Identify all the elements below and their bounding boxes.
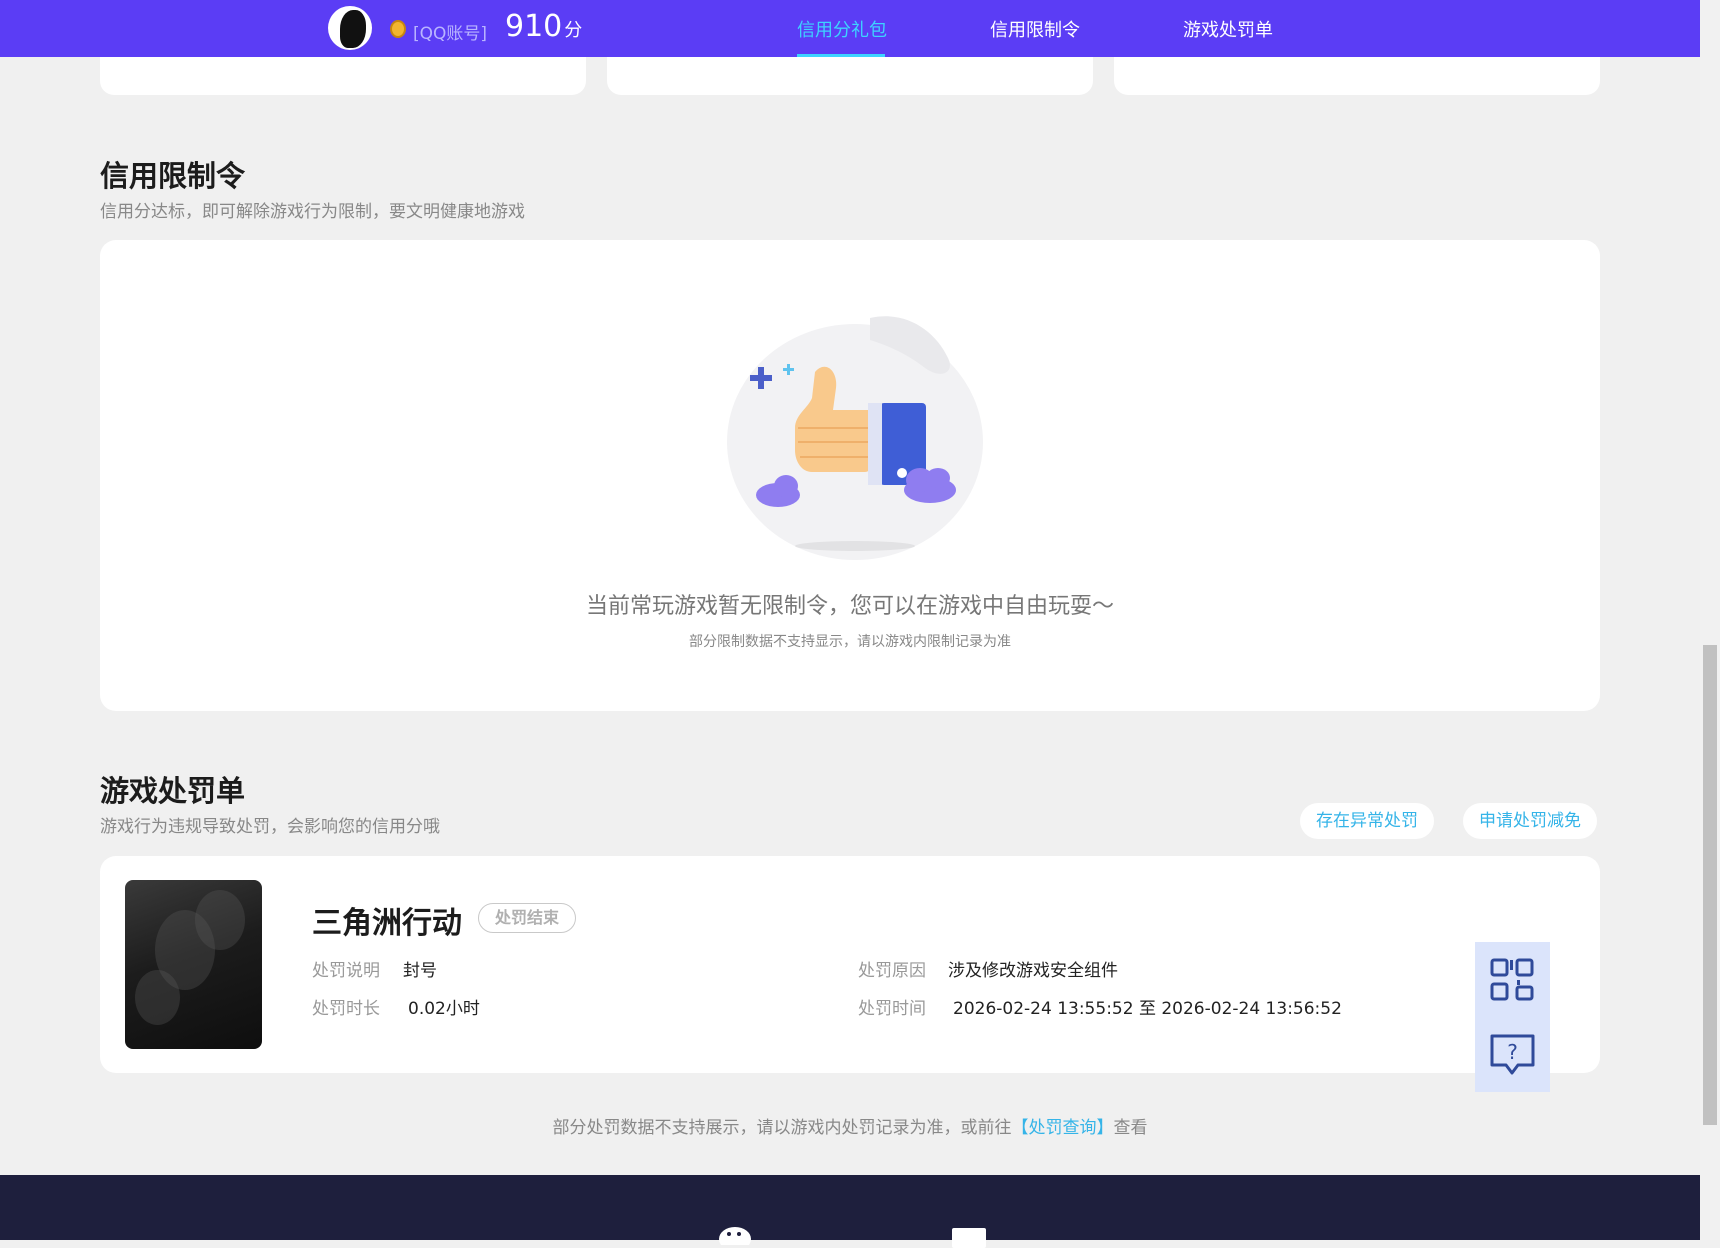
penalty-section-title: 游戏处罚单: [100, 774, 246, 808]
footer-note-text: 部分处罚数据不支持展示，请以游戏内处罚记录为准，或前往: [552, 1118, 1012, 1138]
penalty-duration-label: 处罚时长: [312, 999, 380, 1019]
account-type-label: [QQ账号]: [413, 24, 488, 44]
penalty-reason-label: 处罚原因: [858, 961, 926, 981]
tab-credit-gift[interactable]: 信用分礼包: [797, 16, 887, 42]
penalty-desc-value: 封号: [403, 961, 437, 981]
penalty-section-subtitle: 游戏行为违规导致处罚，会影响您的信用分哦: [100, 817, 440, 837]
empty-state-note: 部分限制数据不支持显示，请以游戏内限制记录为准: [689, 634, 1011, 650]
penalty-desc-label: 处罚说明: [312, 961, 380, 981]
qr-code-button[interactable]: [1475, 942, 1550, 1017]
game-name: 三角洲行动: [312, 906, 462, 941]
empty-state-message: 当前常玩游戏暂无限制令，您可以在游戏中自由玩耍～: [585, 594, 1114, 619]
abnormal-penalty-button[interactable]: 存在异常处罚: [1300, 803, 1434, 839]
penalty-duration-value: 0.02小时: [408, 999, 480, 1019]
restriction-section-subtitle: 信用分达标，即可解除游戏行为限制，要文明健康地游戏: [100, 202, 525, 222]
game-cover-image: [125, 880, 262, 1049]
tab-credit-restriction[interactable]: 信用限制令: [990, 16, 1080, 42]
penalty-time-label: 处罚时间: [858, 999, 926, 1019]
top-nav-bar: [QQ账号] 910 分 信用分礼包 信用限制令 游戏处罚单: [0, 0, 1700, 57]
status-badge: 处罚结束: [478, 903, 577, 933]
active-tab-indicator: [797, 54, 885, 57]
help-chat-icon: ?: [1490, 1034, 1535, 1075]
score-value: 910: [505, 9, 563, 44]
restriction-section-title: 信用限制令: [100, 159, 246, 193]
svg-text:?: ?: [1507, 1040, 1518, 1064]
help-button[interactable]: ?: [1475, 1017, 1550, 1092]
penalty-footer-note: 部分处罚数据不支持展示，请以游戏内处罚记录为准，或前往【处罚查询】查看: [100, 1113, 1600, 1138]
penalty-query-link[interactable]: 【处罚查询】: [1012, 1118, 1114, 1138]
mobile-icon[interactable]: [952, 1228, 986, 1248]
apply-reduction-button[interactable]: 申请处罚减免: [1463, 803, 1597, 839]
thumbs-up-illustration: [727, 316, 983, 560]
scrollbar-thumb[interactable]: [1703, 645, 1717, 1125]
avatar[interactable]: [328, 6, 372, 50]
site-footer: [0, 1175, 1700, 1248]
wechat-icon[interactable]: [718, 1225, 758, 1245]
coin-icon: [390, 20, 406, 38]
penalty-time-value: 2026-02-24 13:55:52 至 2026-02-24 13:56:5…: [953, 999, 1342, 1019]
tab-game-penalty[interactable]: 游戏处罚单: [1183, 16, 1273, 42]
credit-score: 910 分: [505, 9, 582, 44]
score-unit: 分: [564, 20, 583, 41]
footer-note-suffix: 查看: [1113, 1118, 1148, 1138]
qr-code-icon: [1490, 958, 1534, 1001]
penalty-reason-value: 涉及修改游戏安全组件: [948, 961, 1118, 981]
